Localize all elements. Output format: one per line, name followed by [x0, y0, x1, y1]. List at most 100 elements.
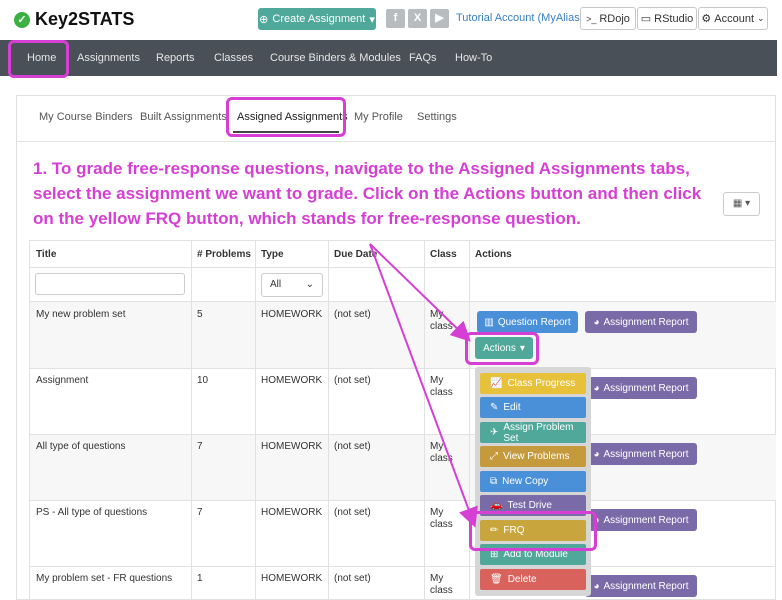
assignment-report-button[interactable]: ◕ Assignment Report [585, 443, 697, 465]
assignment-report-button[interactable]: ◕ Assignment Report [585, 575, 697, 597]
active-tab-underline [233, 131, 339, 133]
tab-assigned-assignments[interactable]: Assigned Assignments [237, 111, 348, 123]
nav-assignments[interactable]: Assignments [77, 52, 140, 64]
row-problems: 1 [197, 573, 203, 584]
pie-chart-icon: ◕ [593, 514, 600, 526]
row-title[interactable]: My new problem set [36, 309, 125, 321]
menu-frq[interactable]: ✏ FRQ [480, 520, 586, 541]
header-type[interactable]: Type [261, 249, 284, 260]
menu-view-problems[interactable]: ⤢ View Problems [480, 446, 586, 467]
row-due: (not set) [334, 573, 371, 584]
assignment-report-label: Assignment Report [603, 448, 689, 460]
row-problems: 7 [197, 441, 203, 452]
nav-course-binders[interactable]: Course Binders & Modules [270, 52, 401, 64]
check-icon: ✓ [14, 11, 30, 28]
row-title[interactable]: Assignment [36, 375, 88, 387]
row-class: My class [430, 441, 453, 464]
pencil-icon: ✏ [490, 525, 499, 536]
tab-settings[interactable]: Settings [417, 111, 457, 123]
rstudio-label: RStudio [654, 12, 694, 25]
expand-icon: ⤢ [490, 451, 498, 462]
trash-icon: 🗑 [490, 574, 503, 585]
assignment-report-button[interactable]: ◕ Assignment Report [585, 509, 697, 531]
assignment-report-button[interactable]: ◕ Assignment Report [585, 311, 697, 333]
chart-icon: 📈 [490, 378, 503, 389]
menu-new-copy[interactable]: ⧉ New Copy [480, 471, 586, 492]
account-button[interactable]: ⚙ Account ⌄ [698, 7, 768, 30]
menu-item-label: Assign Problem Set [503, 421, 574, 444]
tutorial-instruction: 1. To grade free-response questions, nav… [33, 159, 702, 228]
terminal-icon: >_ [586, 13, 597, 24]
table-border-top [29, 240, 776, 241]
monitor-icon: ▭ [640, 13, 652, 25]
row-problems: 7 [197, 507, 203, 518]
header-class[interactable]: Class [430, 249, 457, 260]
x-twitter-icon[interactable]: X [408, 9, 427, 28]
bar-chart-icon: ▥ [484, 316, 494, 328]
youtube-icon[interactable]: ▶ [430, 9, 449, 28]
menu-add-to-module[interactable]: ⊞ Add to Module [480, 544, 586, 565]
row-type: HOMEWORK [261, 441, 323, 452]
top-bar: ✓ Key2STATS ⊕ Create Assignment ▾ f X ▶ … [0, 0, 782, 38]
chevron-down-icon: ⌄ [305, 279, 314, 290]
menu-edit[interactable]: ✎ Edit [480, 397, 586, 418]
nav-faqs[interactable]: FAQs [409, 52, 437, 64]
menu-class-progress[interactable]: 📈 Class Progress [480, 373, 586, 394]
facebook-icon[interactable]: f [386, 9, 405, 28]
row-class: My class [430, 507, 453, 530]
nav-reports[interactable]: Reports [156, 52, 195, 64]
caret-down-icon: ▾ [369, 13, 375, 26]
nav-how-to[interactable]: How-To [455, 52, 492, 64]
row-type: HOMEWORK [261, 309, 323, 320]
header-problems[interactable]: # Problems [197, 249, 251, 260]
app-logo[interactable]: ✓ Key2STATS [14, 9, 134, 30]
type-filter-value: All [270, 279, 282, 290]
pie-chart-icon: ◕ [593, 580, 600, 592]
question-report-label: Question Report [497, 316, 571, 328]
assignment-report-button[interactable]: ◕ Assignment Report [585, 377, 697, 399]
gear-icon: ⚙ [701, 13, 712, 25]
menu-item-label: FRQ [503, 525, 525, 536]
assignment-report-label: Assignment Report [603, 514, 689, 526]
create-assignment-button[interactable]: ⊕ Create Assignment ▾ [258, 8, 376, 30]
header-title[interactable]: Title [36, 249, 56, 260]
grid-icon: ▦ ▾ [732, 198, 751, 209]
title-filter-input[interactable] [35, 273, 185, 295]
rdojo-button[interactable]: >_ RDojo [580, 7, 636, 30]
col-divider [255, 240, 256, 600]
question-report-button[interactable]: ▥ Question Report [477, 311, 578, 333]
plus-icon: ⊞ [490, 549, 499, 560]
menu-test-drive[interactable]: 🚗 Test Drive [480, 495, 586, 516]
pie-chart-icon: ◕ [593, 316, 600, 328]
nav-home[interactable]: Home [27, 52, 56, 64]
rstudio-button[interactable]: ▭ RStudio [637, 7, 697, 30]
col-divider [424, 240, 425, 600]
tab-built-assignments[interactable]: Built Assignments [140, 111, 227, 123]
menu-assign-problem-set[interactable]: ✈ Assign Problem Set [480, 421, 586, 444]
row-problems: 5 [197, 309, 203, 320]
type-filter-select[interactable]: All ⌄ [261, 273, 323, 297]
chevron-down-icon: ⌄ [757, 13, 765, 23]
row-class: My class [430, 573, 453, 596]
account-name-link[interactable]: Tutorial Account (MyAlias) [456, 12, 583, 24]
tab-my-profile[interactable]: My Profile [354, 111, 403, 123]
tab-my-course-binders[interactable]: My Course Binders [39, 111, 133, 123]
account-label: Account [714, 12, 755, 25]
header-due-date[interactable]: Due Date [334, 249, 377, 260]
actions-dropdown-button[interactable]: Actions ▾ [475, 337, 533, 359]
copy-icon: ⧉ [490, 476, 498, 487]
row-title[interactable]: All type of questions [36, 441, 126, 453]
row-title[interactable]: My problem set - FR questions [36, 573, 172, 585]
menu-item-label: Edit [503, 402, 521, 413]
menu-delete[interactable]: 🗑 Delete [480, 569, 586, 590]
column-toggle-button[interactable]: ▦ ▾ [723, 192, 760, 216]
menu-item-label: Add to Module [503, 549, 568, 560]
row-title[interactable]: PS - All type of questions [36, 507, 147, 519]
app-name: Key2STATS [35, 9, 135, 29]
nav-classes[interactable]: Classes [214, 52, 253, 64]
row-divider [29, 500, 776, 501]
tab-divider [16, 141, 776, 142]
plus-circle-icon: ⊕ [259, 13, 269, 26]
menu-item-label: Class Progress [507, 378, 576, 389]
car-icon: 🚗 [490, 500, 503, 511]
